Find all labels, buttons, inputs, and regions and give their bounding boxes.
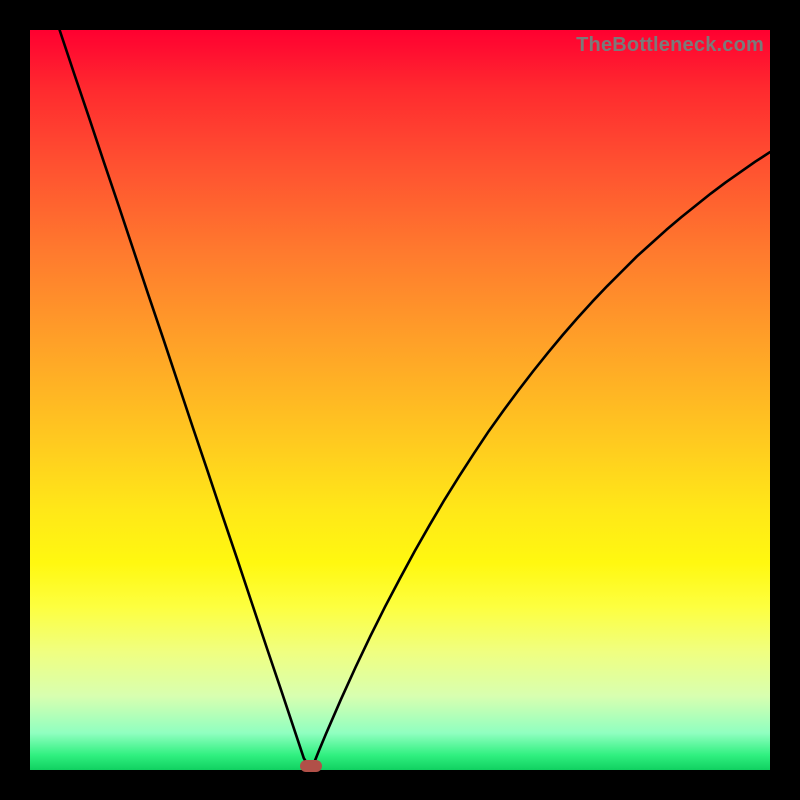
bottleneck-curve bbox=[60, 30, 770, 770]
plot-area: TheBottleneck.com bbox=[30, 30, 770, 770]
chart-frame: TheBottleneck.com bbox=[0, 0, 800, 800]
curve-svg bbox=[30, 30, 770, 770]
optimum-marker bbox=[300, 760, 322, 772]
